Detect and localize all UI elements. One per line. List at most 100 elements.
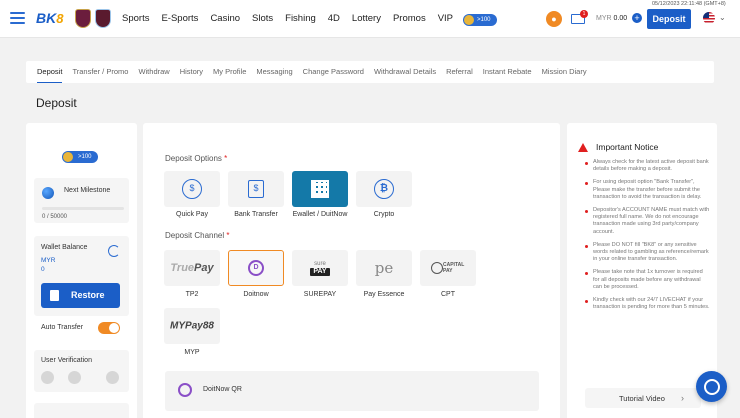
qr-icon bbox=[311, 180, 329, 198]
partner-crest-icon bbox=[75, 9, 91, 28]
nav-casino[interactable]: Casino bbox=[210, 13, 240, 24]
option-ewallet-duitnow[interactable] bbox=[292, 171, 348, 207]
tab-transfer-promo[interactable]: Transfer / Promo bbox=[72, 61, 128, 83]
milestone-label: Next Milestone bbox=[64, 187, 111, 194]
mypay-logo: MYPay88 bbox=[170, 320, 214, 332]
payment-method-doitnow-qr[interactable]: DoitNow QR bbox=[165, 371, 539, 411]
tab-withdrawal-details[interactable]: Withdrawal Details bbox=[374, 61, 436, 83]
nav-lottery[interactable]: Lottery bbox=[352, 13, 381, 24]
balance-display: MYR 0.00 bbox=[596, 15, 627, 22]
auto-transfer-label: Auto Transfer bbox=[41, 324, 84, 331]
bitcoin-icon: ₿ bbox=[374, 179, 394, 199]
wallet-currency: MYR bbox=[41, 257, 56, 264]
surepay-logo-text: PAY bbox=[310, 268, 330, 276]
user-icon[interactable]: ● bbox=[546, 11, 562, 27]
truepay-logo-text: Pay bbox=[194, 262, 214, 274]
truepay-logo-text: True bbox=[170, 262, 195, 274]
live-chat-button[interactable] bbox=[696, 371, 727, 402]
tab-deposit[interactable]: Deposit bbox=[37, 61, 63, 83]
notice-item: Depositor's ACCOUNT NAME must match with… bbox=[585, 207, 710, 236]
account-summary-panel: >100 Next Milestone 0 / 50000 Wallet Bal… bbox=[26, 123, 137, 418]
partner-crest-icon bbox=[95, 9, 111, 28]
deposit-button[interactable]: Deposit bbox=[647, 9, 691, 29]
channel-surepay[interactable]: sure PAY bbox=[292, 250, 348, 286]
coin-badge[interactable]: >100 bbox=[463, 14, 497, 26]
nav-fishing[interactable]: Fishing bbox=[285, 13, 316, 24]
pay-essence-logo: pe bbox=[374, 259, 394, 277]
truepay-logo: TruePay bbox=[170, 262, 213, 274]
notice-list: Always check for the latest active depos… bbox=[585, 159, 710, 317]
tutorial-video-button[interactable]: Tutorial Video › bbox=[585, 388, 701, 408]
page-title: Deposit bbox=[36, 96, 77, 110]
surepay-logo: sure PAY bbox=[310, 260, 330, 276]
account-tabs: Deposit Transfer / Promo Withdraw Histor… bbox=[26, 61, 714, 83]
notice-item: Please DO NOT fill "BK8" or any sensitiv… bbox=[585, 242, 710, 264]
channel-pay-essence[interactable]: pe bbox=[356, 250, 412, 286]
auto-transfer-toggle[interactable] bbox=[98, 322, 120, 334]
nav-vip[interactable]: VIP bbox=[438, 13, 453, 24]
nav-esports[interactable]: E-Sports bbox=[161, 13, 198, 24]
add-funds-button[interactable]: + bbox=[632, 13, 642, 23]
surepay-logo-text: sure bbox=[314, 261, 326, 267]
globe-icon bbox=[42, 187, 54, 199]
menu-icon[interactable] bbox=[10, 12, 25, 24]
chevron-down-icon[interactable]: ⌄ bbox=[719, 13, 726, 22]
channel-label: CPT bbox=[441, 291, 455, 298]
wallet-amount: 0 bbox=[41, 266, 45, 273]
capital-pay-logo: CAPITAL PAY bbox=[431, 262, 465, 274]
notice-title: Important Notice bbox=[596, 142, 659, 152]
wallet-card: Wallet Balance MYR 0 Restore bbox=[34, 236, 129, 316]
phone-verify-icon[interactable] bbox=[106, 371, 119, 384]
deposit-options-heading: Deposit Options * bbox=[165, 154, 227, 163]
nav-promos[interactable]: Promos bbox=[393, 13, 426, 24]
required-mark: * bbox=[226, 231, 230, 240]
notice-item: Kindly check with our 24/7 LIVECHAT if y… bbox=[585, 297, 710, 311]
option-bank-transfer[interactable]: $ bbox=[228, 171, 284, 207]
channel-label: MYP bbox=[184, 349, 200, 356]
channel-label: Pay Essence bbox=[363, 291, 405, 298]
tab-change-password[interactable]: Change Password bbox=[303, 61, 364, 83]
main-nav: Sports E-Sports Casino Slots Fishing 4D … bbox=[122, 13, 453, 24]
channel-label: Doitnow bbox=[243, 291, 269, 298]
nav-sports[interactable]: Sports bbox=[122, 13, 149, 24]
option-label: Bank Transfer bbox=[234, 211, 278, 218]
channel-tp2[interactable]: TruePay bbox=[164, 250, 220, 286]
language-flag-icon[interactable] bbox=[703, 12, 715, 24]
restore-button[interactable]: Restore bbox=[41, 283, 120, 308]
tab-history[interactable]: History bbox=[180, 61, 203, 83]
payment-method-label: DoitNow QR bbox=[203, 386, 242, 393]
nav-slots[interactable]: Slots bbox=[252, 13, 273, 24]
tab-my-profile[interactable]: My Profile bbox=[213, 61, 246, 83]
tab-mission-diary[interactable]: Mission Diary bbox=[542, 61, 587, 83]
channel-label: TP2 bbox=[185, 291, 199, 298]
option-crypto[interactable]: ₿ bbox=[356, 171, 412, 207]
channel-doitnow[interactable]: D bbox=[228, 250, 284, 286]
deposit-form-panel: Deposit Options * $ Quick Pay $ Bank Tra… bbox=[143, 123, 560, 418]
tab-referral[interactable]: Referral bbox=[446, 61, 473, 83]
tab-messaging[interactable]: Messaging bbox=[256, 61, 292, 83]
option-quick-pay[interactable]: $ bbox=[164, 171, 220, 207]
deposit-channel-label: Deposit Channel bbox=[165, 231, 225, 240]
top-header: BK8 Sports E-Sports Casino Slots Fishing… bbox=[0, 0, 740, 38]
bank-icon: $ bbox=[248, 180, 264, 198]
channel-myp[interactable]: MYPay88 bbox=[164, 308, 220, 344]
tutorial-video-label: Tutorial Video bbox=[619, 394, 665, 403]
channel-cpt[interactable]: CAPITAL PAY bbox=[420, 250, 476, 286]
email-verify-icon[interactable] bbox=[68, 371, 81, 384]
milestone-progress-bar bbox=[42, 207, 124, 210]
coin-badge[interactable]: >100 bbox=[62, 151, 98, 163]
panel-footer-card bbox=[34, 403, 129, 418]
notice-item: Please take note that 1x turnover is req… bbox=[585, 269, 710, 291]
notice-item: For using deposit option "Bank Transfer"… bbox=[585, 179, 710, 201]
verification-card: User Verification bbox=[34, 350, 129, 392]
required-mark: * bbox=[224, 154, 228, 163]
notification-badge: 1 bbox=[580, 10, 588, 18]
nav-4d[interactable]: 4D bbox=[328, 13, 340, 24]
tab-instant-rebate[interactable]: Instant Rebate bbox=[483, 61, 532, 83]
brand-logo[interactable]: BK8 bbox=[36, 10, 63, 26]
profile-verify-icon[interactable] bbox=[41, 371, 54, 384]
balance-currency: MYR bbox=[596, 15, 612, 22]
refresh-icon[interactable] bbox=[108, 245, 120, 257]
option-label: Quick Pay bbox=[176, 211, 208, 218]
tab-withdraw[interactable]: Withdraw bbox=[138, 61, 169, 83]
